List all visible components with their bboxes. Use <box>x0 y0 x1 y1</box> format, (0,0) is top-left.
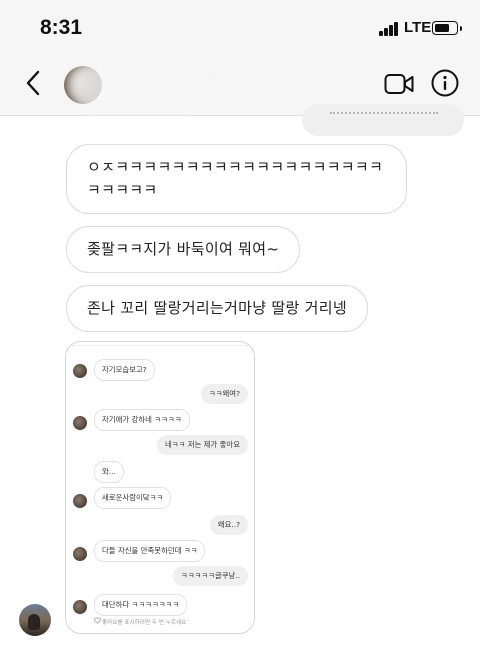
shared-screenshot-image[interactable]: 자기모습보고? ㅋㅋ왜여? 자기애가 강하네 ㅋㅋㅋㅋ 네ㅋㅋ 저는 제가 좋아… <box>65 341 255 634</box>
screenshot-received-message: 와... <box>94 461 124 483</box>
screenshot-received-message: 자기모습보고? <box>94 359 155 381</box>
screenshot-sent-message: ㅋㅋ왜여? <box>200 384 248 404</box>
sent-message-partial[interactable] <box>302 104 464 136</box>
status-time: 8:31 <box>40 16 83 39</box>
avatar <box>73 600 87 614</box>
screenshot-sent-message: 왜요..? <box>209 515 248 535</box>
battery-icon <box>432 21 462 35</box>
screenshot-received-message: 다들 자신을 만족못하던데 ㅋㅋ <box>94 540 206 562</box>
received-message[interactable]: 존나 꼬리 딸랑거리는거마냥 딸랑 거리넹 <box>66 285 368 332</box>
screenshot-received-message: 새로운사람이닼ㅋㅋ <box>94 487 172 509</box>
screenshot-sent-message: 네ㅋㅋ 저는 제가 좋아요 <box>156 435 248 455</box>
heart-icon <box>94 617 101 624</box>
received-message[interactable]: ㅇㅈㅋㅋㅋㅋㅋㅋㅋㅋㅋㅋㅋㅋㅋㅋㅋㅋㅋㅋㅋㅋㅋㅋㅋㅋ <box>66 144 407 214</box>
like-hint: 좋아요를 표시하려면 두 번 누르세요 <box>102 620 187 626</box>
network-type: LTE <box>404 19 432 36</box>
avatar <box>73 547 87 561</box>
avatar <box>73 494 87 508</box>
signal-strength-icon <box>379 22 401 36</box>
screenshot-top-edge <box>66 342 254 346</box>
chevron-left-icon[interactable] <box>22 68 46 98</box>
sender-avatar[interactable] <box>19 604 51 636</box>
info-circle-icon[interactable] <box>430 68 460 98</box>
status-bar: 8:31 LTE <box>0 0 480 56</box>
video-camera-icon[interactable] <box>384 72 414 96</box>
screenshot-sent-message: ㅋㅋㅋㅋㅋ글쿠낭.. <box>172 566 248 586</box>
screenshot-received-message: 대단하다 ㅋㅋㅋㅋㅋㅋㅋ <box>94 594 188 616</box>
redacted-username <box>68 62 208 110</box>
screenshot-received-message: 자기애가 강하네 ㅋㅋㅋㅋ <box>94 409 190 431</box>
avatar <box>73 416 87 430</box>
avatar <box>73 364 87 378</box>
received-message[interactable]: 좆팔ㅋㅋ지가 바둑이여 뭐여~ <box>66 226 301 273</box>
